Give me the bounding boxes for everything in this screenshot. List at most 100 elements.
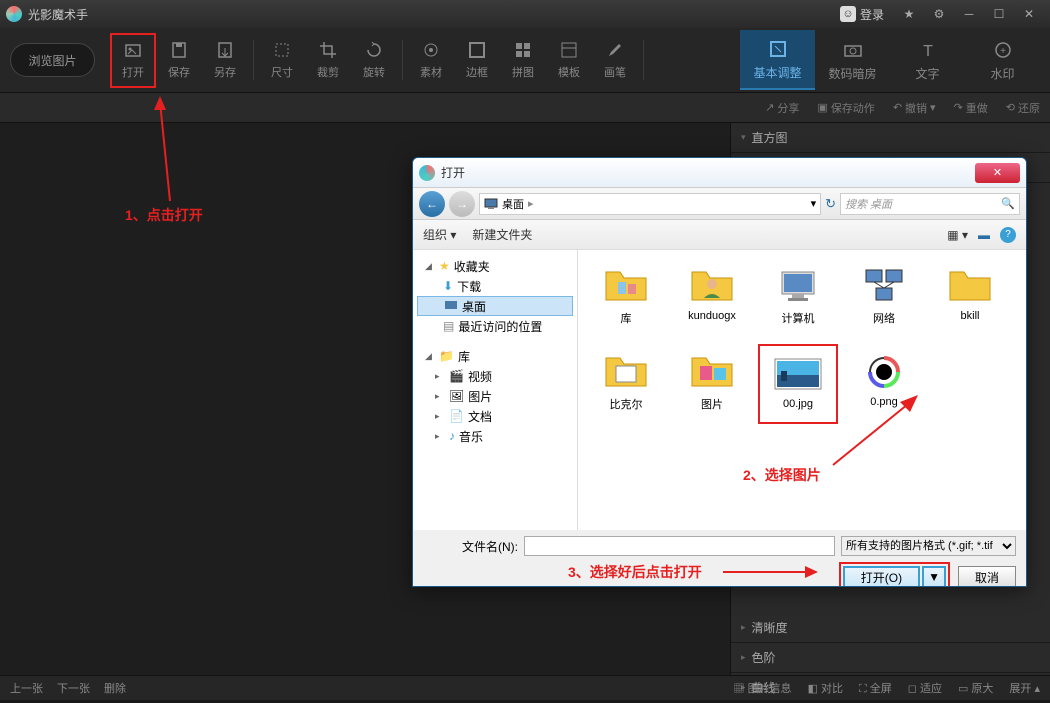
panel-levels[interactable]: 色阶 — [731, 643, 1050, 673]
watermark-tab[interactable]: + 水印 — [965, 30, 1040, 90]
crumb-text: 桌面 — [502, 196, 524, 212]
browse-images-button[interactable]: 浏览图片 — [10, 43, 95, 77]
saveas-button[interactable]: 另存 — [202, 33, 248, 88]
save-action-button[interactable]: ▣ 保存动作 — [817, 100, 874, 116]
tree-library[interactable]: ◢📁库 — [417, 346, 573, 366]
gear-button[interactable]: ⚙ — [925, 4, 953, 24]
darkroom-tab[interactable]: 数码暗房 — [815, 30, 890, 90]
svg-text:+: + — [1000, 46, 1006, 57]
prev-image-button[interactable]: 上一张 — [10, 680, 43, 696]
file-bkill[interactable]: bkill — [930, 258, 1010, 338]
file-library[interactable]: 库 — [586, 258, 666, 338]
open-button[interactable]: 打开 — [110, 33, 156, 88]
dialog-close-button[interactable]: ✕ — [975, 163, 1020, 183]
share-button[interactable]: ↗ 分享 — [765, 100, 799, 116]
help-button[interactable]: ? — [1000, 227, 1016, 243]
panel-clarity[interactable]: 清晰度 — [731, 613, 1050, 643]
text-tab[interactable]: T 文字 — [890, 30, 965, 90]
nav-forward-button[interactable]: → — [449, 191, 475, 217]
search-placeholder: 搜索 桌面 — [845, 196, 892, 212]
save-button[interactable]: 保存 — [156, 33, 202, 88]
material-icon — [421, 40, 441, 60]
file-biker[interactable]: 比克尔 — [586, 344, 666, 424]
tree-videos[interactable]: ▸🎬视频 — [417, 366, 573, 386]
dialog-toolbar: 组织 ▾ 新建文件夹 ▦ ▾ ▬ ? — [413, 220, 1026, 250]
view-button[interactable]: ▦ ▾ — [947, 228, 968, 242]
size-label: 尺寸 — [271, 64, 293, 80]
desktop-icon — [484, 197, 498, 211]
panel-histogram[interactable]: 直方图 — [731, 123, 1050, 153]
brush-label: 画笔 — [604, 64, 626, 80]
original-button[interactable]: ▭ 原大 — [958, 680, 993, 696]
next-image-button[interactable]: 下一张 — [57, 680, 90, 696]
login-button[interactable]: ☺ 登录 — [840, 6, 884, 23]
template-button[interactable]: 模板 — [546, 33, 592, 88]
tree-desktop[interactable]: 桌面 — [417, 296, 573, 316]
file-pics-folder[interactable]: 图片 — [672, 344, 752, 424]
restore-button[interactable]: ⟲ 还原 — [1006, 100, 1040, 116]
tree-downloads[interactable]: ⬇下载 — [417, 276, 573, 296]
fullscreen-button[interactable]: ⛶ 全屏 — [859, 680, 892, 696]
open-file-dialog: 打开 ✕ ← → 桌面 ▸ ▾ ↻ 搜索 桌面 🔍 组织 ▾ 新建文件夹 ▦ ▾… — [412, 157, 1027, 587]
delete-button[interactable]: 删除 — [104, 680, 126, 696]
saveas-label: 另存 — [214, 64, 236, 80]
size-button[interactable]: 尺寸 — [259, 33, 305, 88]
organize-button[interactable]: 组织 ▾ — [423, 226, 456, 243]
search-input[interactable]: 搜索 桌面 🔍 — [840, 193, 1020, 215]
dialog-nav: ← → 桌面 ▸ ▾ ↻ 搜索 桌面 🔍 — [413, 188, 1026, 220]
file-computer[interactable]: 计算机 — [758, 258, 838, 338]
rotate-icon — [364, 40, 384, 60]
collage-label: 拼图 — [512, 64, 534, 80]
undo-button[interactable]: ↶ 撤销 ▾ — [893, 100, 936, 116]
image-info-button[interactable]: ▦ 图片信息 — [734, 680, 792, 696]
text-icon: T — [917, 39, 939, 61]
svg-text:T: T — [923, 43, 933, 60]
rotate-button[interactable]: 旋转 — [351, 33, 397, 88]
filename-input[interactable] — [524, 536, 835, 556]
crop-icon — [318, 40, 338, 60]
dialog-open-dropdown[interactable]: ▼ — [922, 566, 946, 587]
collage-button[interactable]: 拼图 — [500, 33, 546, 88]
preview-button[interactable]: ▬ — [978, 228, 990, 242]
expand-button[interactable]: 展开 ▴ — [1009, 680, 1040, 696]
tree-music[interactable]: ▸♪音乐 — [417, 426, 573, 446]
adjust-icon — [767, 38, 789, 60]
breadcrumb[interactable]: 桌面 ▸ ▾ — [479, 193, 821, 215]
tree-docs[interactable]: ▸📄文档 — [417, 406, 573, 426]
file-network[interactable]: 网络 — [844, 258, 924, 338]
dialog-open-button[interactable]: 打开(O) — [843, 566, 920, 587]
file-user[interactable]: kunduogx — [672, 258, 752, 338]
border-button[interactable]: 边框 — [454, 33, 500, 88]
material-button[interactable]: 素材 — [408, 33, 454, 88]
dialog-titlebar: 打开 ✕ — [413, 158, 1026, 188]
dialog-cancel-button[interactable]: 取消 — [958, 566, 1016, 587]
close-button[interactable]: ✕ — [1015, 4, 1043, 24]
basic-adjust-label: 基本调整 — [753, 64, 801, 81]
collage-icon — [513, 40, 533, 60]
crop-button[interactable]: 裁剪 — [305, 33, 351, 88]
open-label: 打开 — [122, 64, 144, 80]
filename-label: 文件名(N): — [423, 538, 518, 555]
template-label: 模板 — [558, 64, 580, 80]
save-label: 保存 — [168, 64, 190, 80]
brush-button[interactable]: 画笔 — [592, 33, 638, 88]
star-button[interactable]: ★ — [895, 4, 923, 24]
newfolder-button[interactable]: 新建文件夹 — [472, 226, 532, 243]
tree-recent[interactable]: ▤最近访问的位置 — [417, 316, 573, 336]
filetype-select[interactable]: 所有支持的图片格式 (*.gif; *.tif — [841, 536, 1016, 556]
redo-button[interactable]: ↷ 重做 — [954, 100, 988, 116]
camera-icon — [842, 39, 864, 61]
tree-pictures[interactable]: ▸🖼图片 — [417, 386, 573, 406]
watermark-label: 水印 — [990, 65, 1014, 82]
file-00jpg[interactable]: 00.jpg — [758, 344, 838, 424]
nav-back-button[interactable]: ← — [419, 191, 445, 217]
maximize-button[interactable]: ☐ — [985, 4, 1013, 24]
fit-button[interactable]: ◻ 适应 — [908, 680, 942, 696]
basic-adjust-tab[interactable]: 基本调整 — [740, 30, 815, 90]
tree-favorites[interactable]: ◢★收藏夹 — [417, 256, 573, 276]
file-0png[interactable]: 0.png — [844, 344, 924, 424]
minimize-button[interactable]: ─ — [955, 4, 983, 24]
border-label: 边框 — [466, 64, 488, 80]
refresh-button[interactable]: ↻ — [825, 196, 836, 212]
compare-button[interactable]: ◧ 对比 — [808, 680, 843, 696]
